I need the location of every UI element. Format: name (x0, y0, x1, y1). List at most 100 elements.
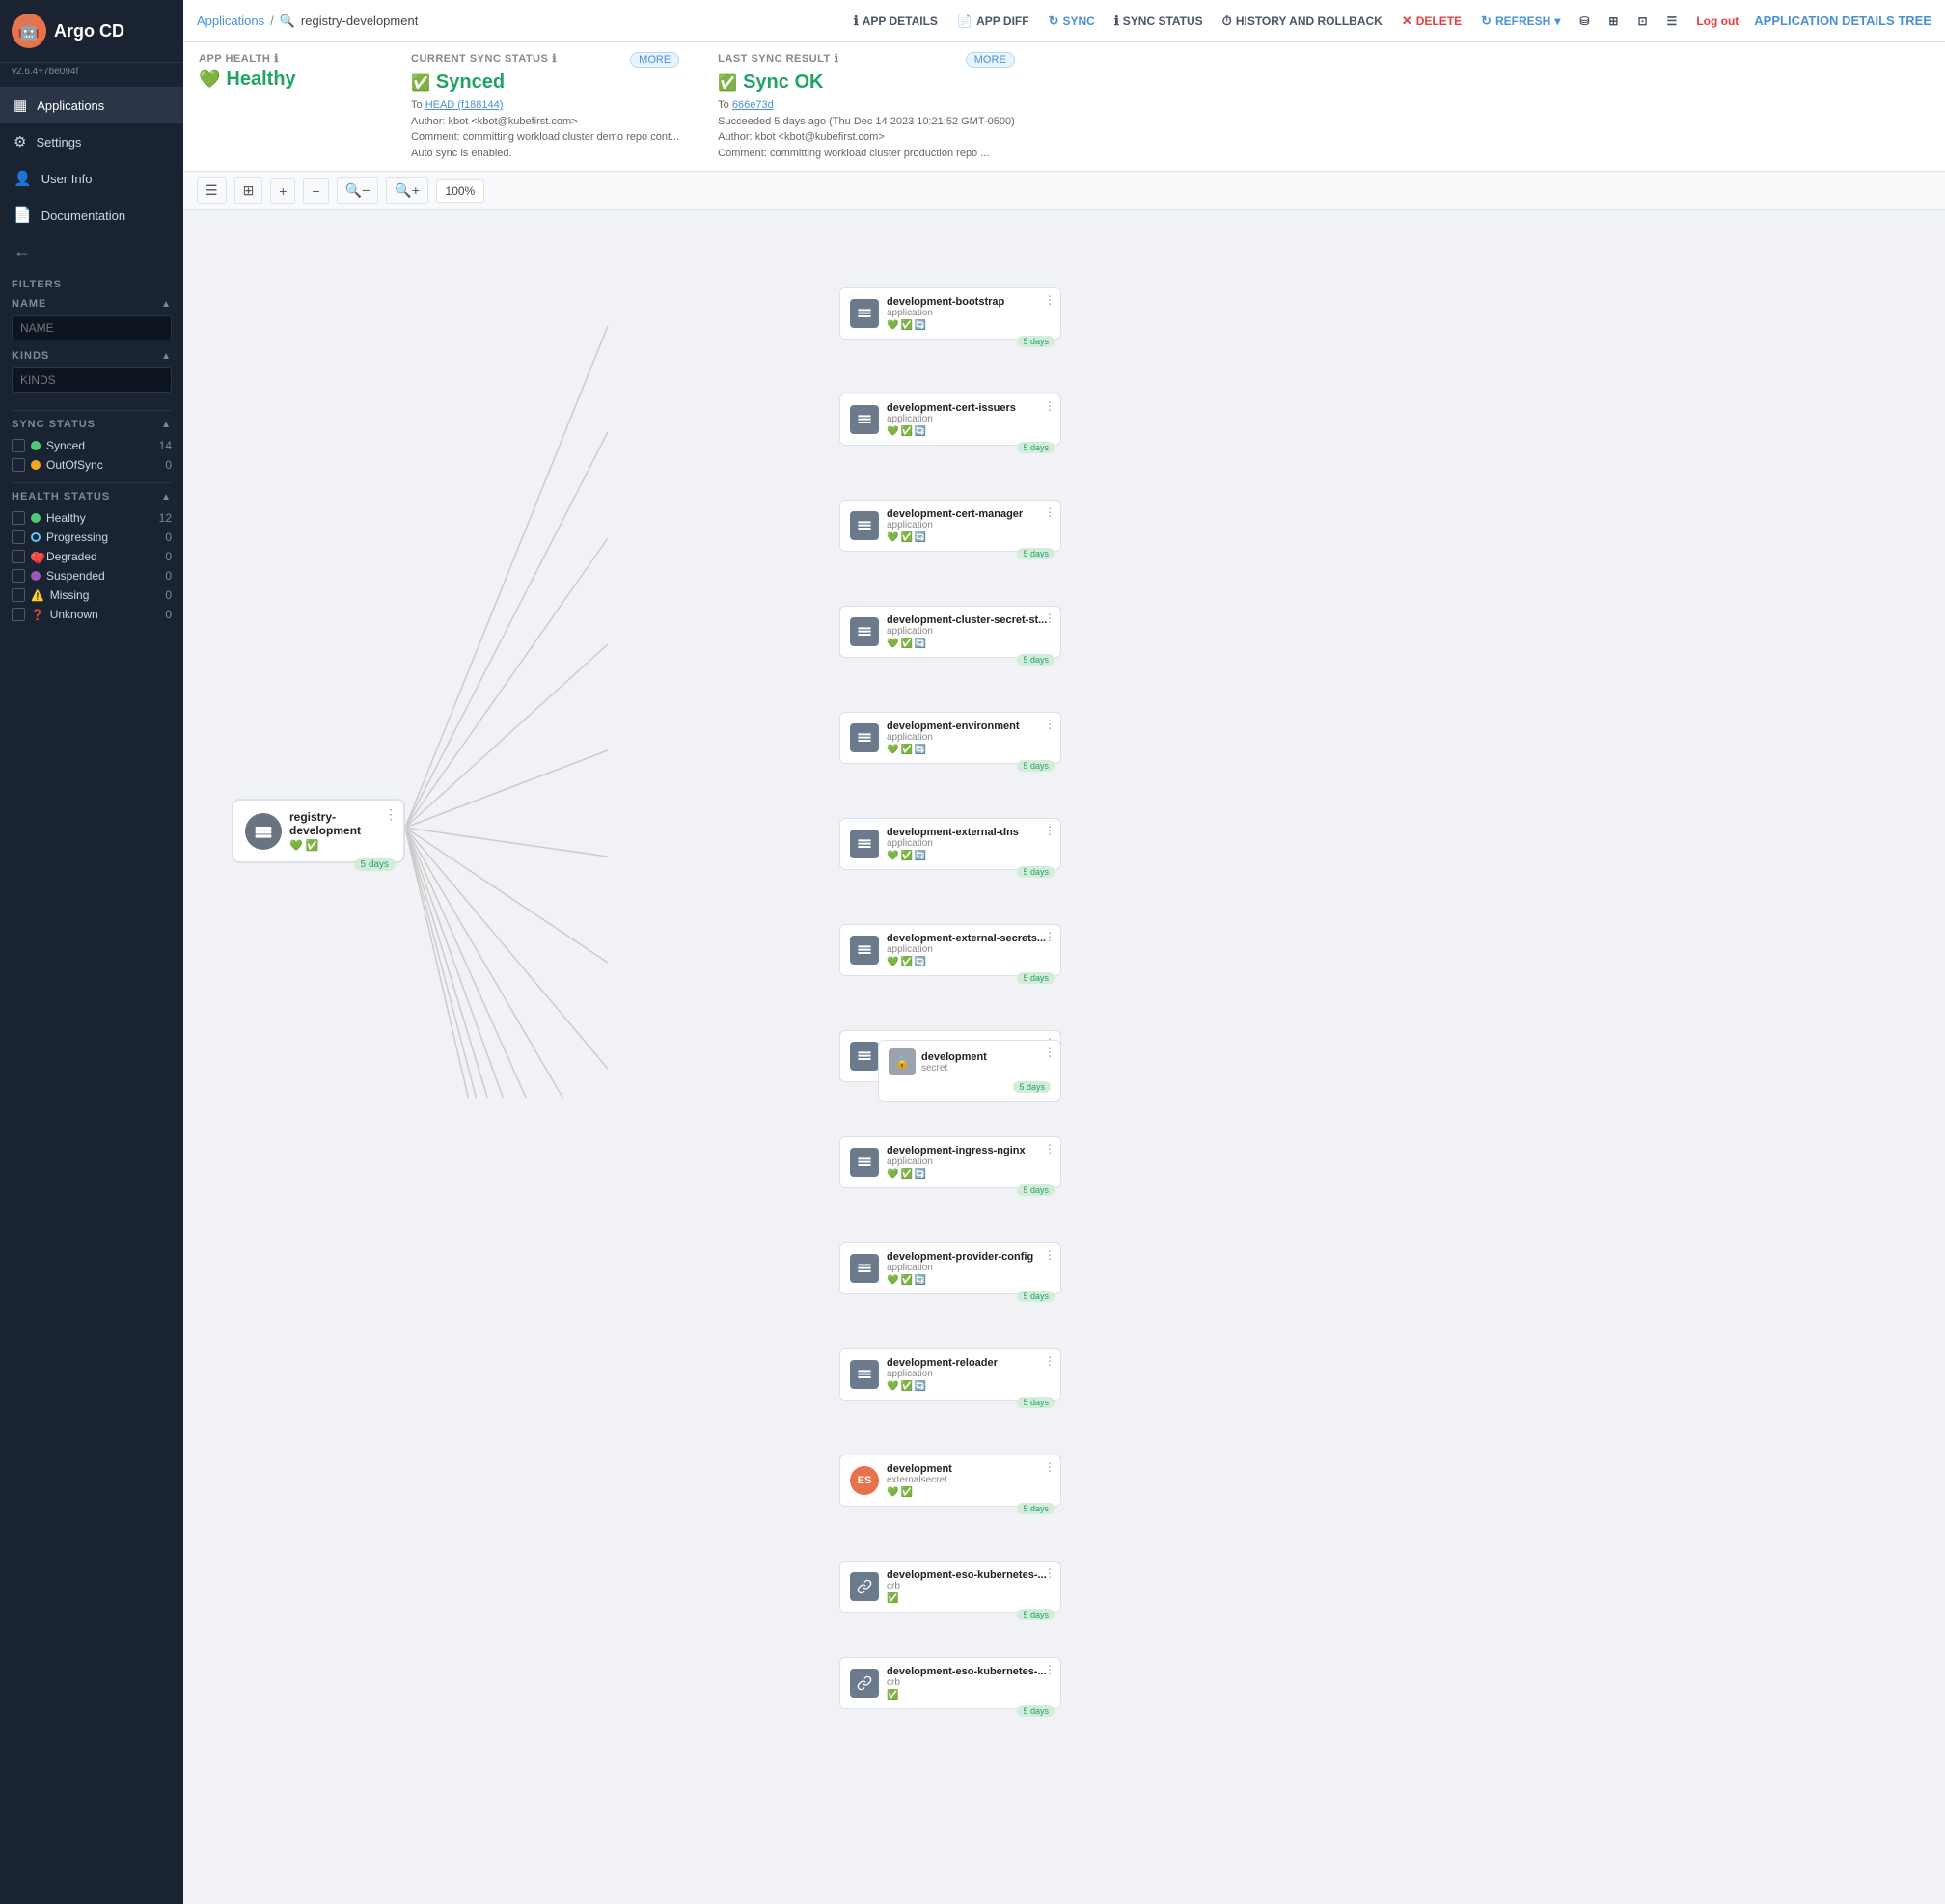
missing-count: 0 (152, 588, 172, 602)
sidebar-item-applications[interactable]: ▦ Applications (0, 87, 183, 123)
tool-zoom-in-btn[interactable]: 🔍+ (386, 177, 428, 204)
check-icon: ✅ (900, 1487, 912, 1498)
history-icon: ⏱ (1222, 14, 1232, 29)
check-icon: ✅ (900, 851, 912, 861)
network-view-button[interactable]: ⊡ (1628, 8, 1657, 35)
child-node-n5[interactable]: development-environment application 💚✅🔄 … (839, 712, 1061, 764)
filter-progressing[interactable]: Progressing 0 (12, 528, 172, 547)
child-node-icon-n1 (850, 299, 879, 328)
child-node-n2[interactable]: development-cert-issuers application 💚✅🔄… (839, 394, 1061, 446)
breadcrumb-applications[interactable]: Applications (197, 14, 264, 28)
child-node-n10[interactable]: development-provider-config application … (839, 1242, 1061, 1294)
logout-label: Log out (1696, 14, 1739, 28)
outofSync-checkbox[interactable] (12, 458, 25, 472)
child-node-menu-n5[interactable]: ⋮ (1044, 718, 1055, 731)
healthy-dot (31, 513, 41, 523)
suspended-checkbox[interactable] (12, 569, 25, 583)
tool-add-btn[interactable]: + (270, 178, 295, 204)
history-rollback-button[interactable]: ⏱ HISTORY AND ROLLBACK (1213, 7, 1392, 36)
secret-node[interactable]: 🔒 development secret 5 days ⋮ (878, 1040, 1061, 1102)
child-node-menu-n12[interactable]: ⋮ (1044, 1460, 1055, 1474)
heart-icon: 💚 (887, 532, 898, 543)
filter-synced[interactable]: Synced 14 (12, 436, 172, 455)
child-node-menu-n3[interactable]: ⋮ (1044, 505, 1055, 519)
applications-label: Applications (37, 98, 104, 113)
sidebar-item-settings[interactable]: ⚙ Settings (0, 123, 183, 160)
app-details-button[interactable]: ℹ APP DETAILS (844, 7, 947, 36)
synced-checkbox[interactable] (12, 439, 25, 452)
sync-status-button[interactable]: ℹ SYNC STATUS (1105, 7, 1213, 36)
tool-minus-btn[interactable]: − (303, 178, 328, 204)
child-node-menu-n9[interactable]: ⋮ (1044, 1142, 1055, 1156)
child-node-n7[interactable]: development-external-secrets... applicat… (839, 924, 1061, 976)
tool-list-btn[interactable]: ☰ (197, 177, 227, 204)
child-node-menu-n10[interactable]: ⋮ (1044, 1248, 1055, 1262)
child-node-menu-n13[interactable]: ⋮ (1044, 1566, 1055, 1580)
name-filter-input[interactable] (12, 315, 172, 340)
child-node-type-n9: application (887, 1156, 1051, 1167)
filter-outofSync[interactable]: OutOfSync 0 (12, 455, 172, 475)
child-node-menu-n4[interactable]: ⋮ (1044, 612, 1055, 625)
degraded-checkbox[interactable] (12, 550, 25, 563)
sidebar-item-user-info[interactable]: 👤 User Info (0, 160, 183, 197)
grid-icon: ⊞ (1608, 14, 1618, 28)
grid-view-button[interactable]: ⊞ (1599, 8, 1628, 35)
root-node[interactable]: registry-development 💚 ✅ ⋮ 5 days (232, 799, 405, 863)
filter-suspended[interactable]: Suspended 0 (12, 566, 172, 585)
breadcrumb: Applications / 🔍 registry-development (197, 14, 418, 29)
child-node-menu-n14[interactable]: ⋮ (1044, 1663, 1055, 1676)
healthy-checkbox[interactable] (12, 511, 25, 525)
heart-icon: 💚 (887, 639, 898, 649)
filter-healthy[interactable]: Healthy 12 (12, 508, 172, 528)
delete-button[interactable]: ✕ DELETE (1392, 7, 1471, 36)
child-node-n11[interactable]: development-reloader application 💚✅🔄 ⋮ 5… (839, 1348, 1061, 1401)
app-details-tree-link[interactable]: APPLICATION DETAILS TREE (1754, 14, 1931, 28)
child-node-age-n10: 5 days (1017, 1291, 1055, 1302)
child-node-menu-n2[interactable]: ⋮ (1044, 399, 1055, 413)
child-node-menu-n1[interactable]: ⋮ (1044, 293, 1055, 307)
last-sync-more-button[interactable]: MORE (966, 52, 1015, 68)
missing-checkbox[interactable] (12, 588, 25, 602)
list-view-button[interactable]: ☰ (1657, 8, 1687, 35)
progressing-checkbox[interactable] (12, 530, 25, 544)
child-node-n9[interactable]: development-ingress-nginx application 💚✅… (839, 1136, 1061, 1188)
sync-more-button[interactable]: MORE (630, 52, 679, 68)
app-diff-button[interactable]: 📄 APP DIFF (947, 7, 1039, 36)
root-node-menu[interactable]: ⋮ (384, 806, 397, 823)
graph-area[interactable]: registry-development 💚 ✅ ⋮ 5 days develo… (183, 210, 1945, 1904)
refresh-button[interactable]: ↻ REFRESH ▾ (1471, 7, 1570, 36)
sync-icon: ↻ (1049, 14, 1059, 29)
child-node-n3[interactable]: development-cert-manager application 💚✅🔄… (839, 500, 1061, 552)
child-node-n13[interactable]: development-eso-kubernetes-... crb ✅ ⋮ 5… (839, 1561, 1061, 1613)
child-node-n14[interactable]: development-eso-kubernetes-... crb ✅ ⋮ 5… (839, 1657, 1061, 1709)
child-node-n6[interactable]: development-external-dns application 💚✅🔄… (839, 818, 1061, 870)
secret-menu[interactable]: ⋮ (1044, 1046, 1055, 1059)
filter-degraded[interactable]: 💔 Degraded 0 (12, 547, 172, 566)
topology-view-button[interactable]: ⛁ (1570, 8, 1599, 35)
child-node-menu-n6[interactable]: ⋮ (1044, 824, 1055, 837)
child-node-type-n7: application (887, 944, 1051, 955)
child-node-name-n11: development-reloader (887, 1357, 1051, 1369)
child-node-menu-n11[interactable]: ⋮ (1044, 1354, 1055, 1368)
child-node-n12[interactable]: ES development externalsecret 💚✅ ⋮ 5 day… (839, 1455, 1061, 1507)
tool-zoom-out-btn[interactable]: 🔍− (337, 177, 379, 204)
tool-grid-btn[interactable]: ⊞ (234, 177, 263, 204)
kinds-filter-input[interactable] (12, 367, 172, 393)
sync-button[interactable]: ↻ SYNC (1039, 7, 1105, 36)
head-ref-link[interactable]: HEAD (f188144) (425, 99, 504, 111)
synced-count: 14 (152, 439, 172, 452)
logout-button[interactable]: Log out (1686, 8, 1748, 35)
child-node-icon-n13 (850, 1572, 879, 1601)
commit-ref-link[interactable]: 666e73d (732, 99, 774, 111)
app-title: Argo CD (54, 21, 124, 41)
back-button[interactable]: ← (0, 233, 183, 269)
unknown-checkbox[interactable] (12, 608, 25, 621)
child-node-n4[interactable]: development-cluster-secret-st... applica… (839, 606, 1061, 658)
filter-unknown[interactable]: ❓ Unknown 0 (12, 605, 172, 624)
filter-missing[interactable]: ⚠️ Missing 0 (12, 585, 172, 605)
sidebar-item-documentation[interactable]: 📄 Documentation (0, 197, 183, 233)
app-details-icon: ℹ (854, 14, 859, 29)
refresh-label: REFRESH (1495, 14, 1550, 28)
child-node-menu-n7[interactable]: ⋮ (1044, 930, 1055, 943)
child-node-n1[interactable]: development-bootstrap application 💚✅🔄 ⋮ … (839, 287, 1061, 340)
